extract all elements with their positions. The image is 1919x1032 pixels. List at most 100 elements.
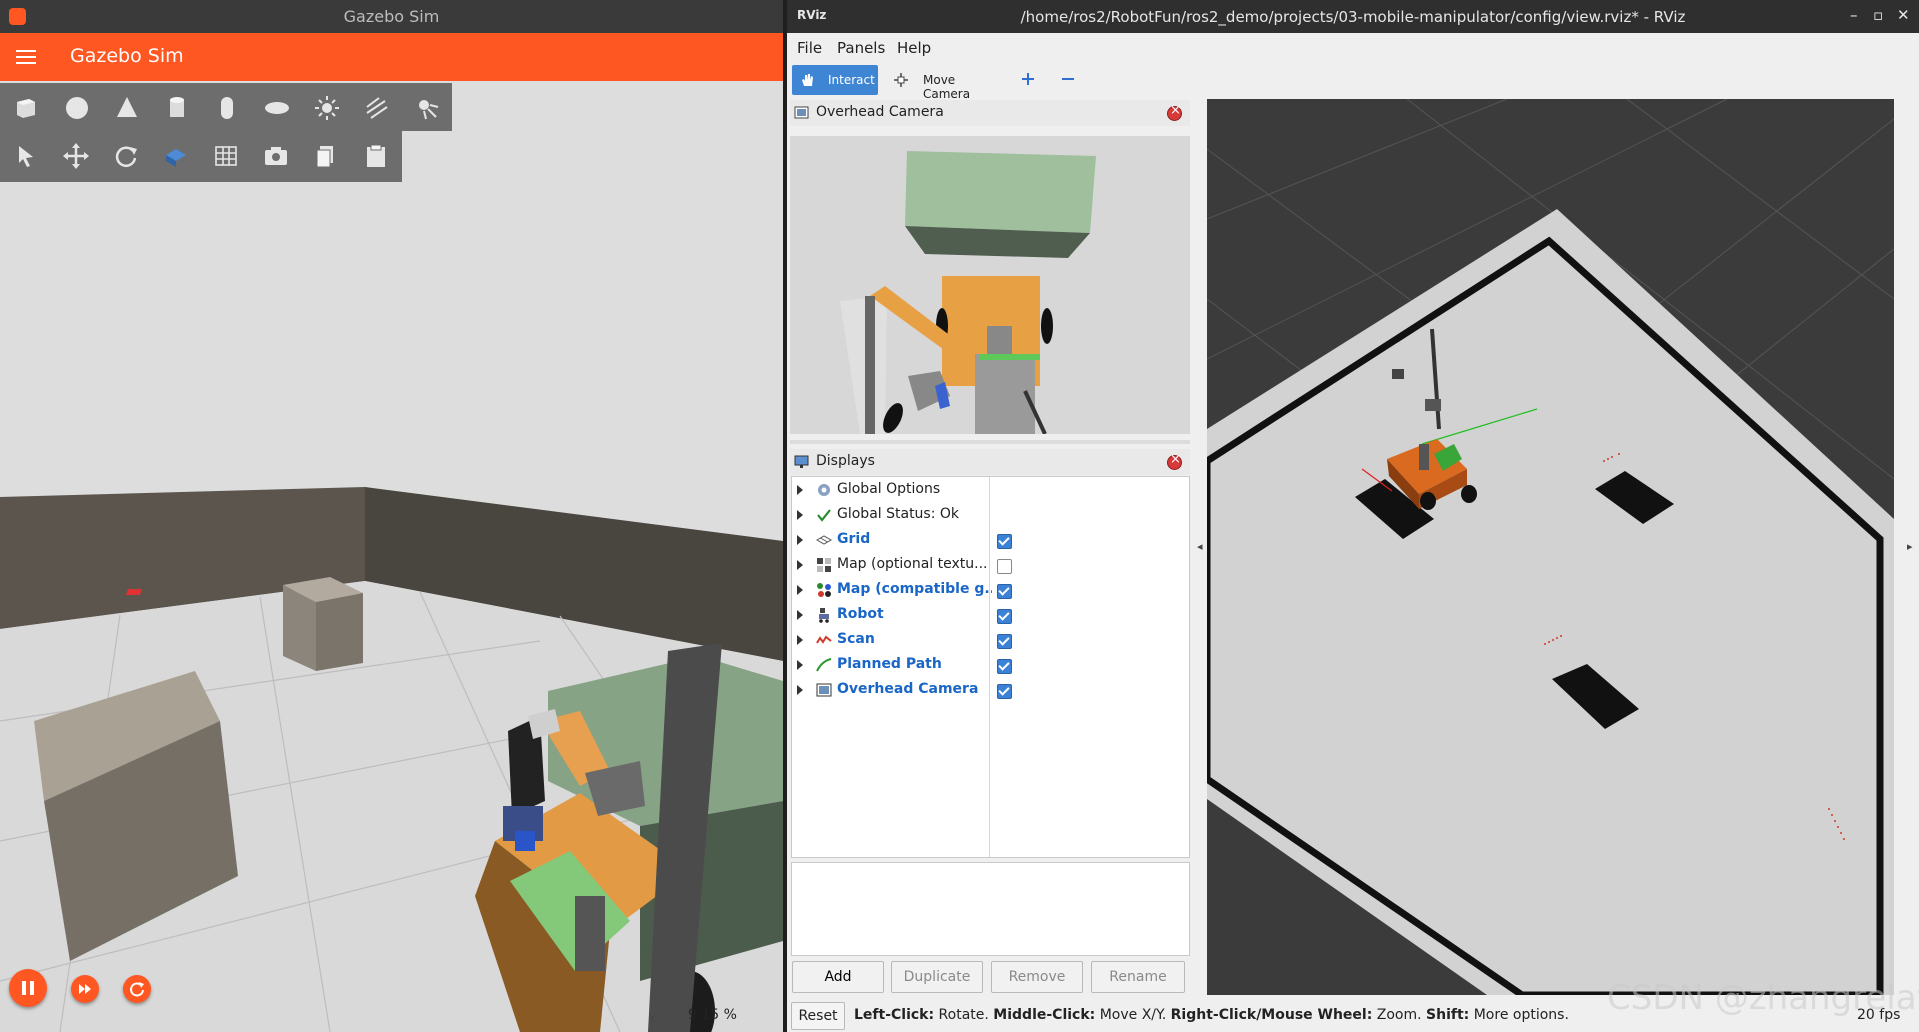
expand-arrow-icon[interactable] (797, 535, 803, 545)
interact-label: Interact (828, 73, 875, 87)
expand-arrow-icon[interactable] (797, 635, 803, 645)
cylinder-icon[interactable] (162, 93, 192, 123)
collapse-left-icon[interactable]: ◂ (1197, 540, 1203, 553)
capsule-icon[interactable] (212, 93, 242, 123)
monitor-icon (794, 455, 809, 468)
step-forward-icon[interactable] (71, 975, 99, 1003)
display-label: Map (compatible g... (837, 581, 992, 597)
remove-button[interactable]: Remove (991, 961, 1083, 993)
paste-icon[interactable] (361, 141, 391, 171)
display-row-global-status[interactable]: Global Status: Ok (792, 503, 1187, 528)
status-shift-key: Shift: (1426, 1007, 1470, 1023)
collapse-chevron-icon[interactable]: ‹ (650, 1011, 656, 1027)
menu-panels[interactable]: Panels (837, 39, 885, 57)
shape-toolbar (0, 83, 452, 131)
display-checkbox-map-compatible[interactable] (997, 584, 1012, 599)
maximize-icon[interactable]: ▫ (1873, 6, 1883, 24)
move-camera-icon (894, 73, 908, 87)
expand-arrow-icon[interactable] (797, 685, 803, 695)
status-right-click-value: Zoom. (1372, 1007, 1422, 1023)
rotate-icon[interactable] (111, 141, 141, 171)
status-left-click-key: Left-Click: (854, 1007, 935, 1023)
display-label: Robot (837, 606, 884, 622)
display-row-global-options[interactable]: Global Options (792, 478, 1187, 503)
add-tool-icon[interactable] (1020, 71, 1036, 87)
hamburger-menu-icon[interactable] (16, 47, 36, 67)
rename-button[interactable]: Rename (1091, 961, 1185, 993)
display-label: Map (optional textu... (837, 556, 988, 572)
gazebo-app-title: Gazebo Sim (70, 45, 184, 67)
camera-panel-icon (794, 106, 809, 119)
snap-icon[interactable] (161, 141, 191, 171)
display-row-robot[interactable]: Robot (792, 603, 1187, 628)
real-time-factor: 9.15 % (688, 1007, 737, 1023)
sphere-icon[interactable] (62, 93, 92, 123)
duplicate-button[interactable]: Duplicate (891, 961, 983, 993)
interact-tool-button[interactable]: Interact (792, 65, 878, 95)
display-checkbox-scan[interactable] (997, 634, 1012, 649)
map-color-icon (817, 583, 831, 597)
copy-icon[interactable] (311, 141, 341, 171)
expand-arrow-icon[interactable] (797, 660, 803, 670)
status-help-text: Left-Click: Rotate. Middle-Click: Move X… (854, 1007, 1569, 1023)
camera-panel-close-icon[interactable] (1167, 103, 1182, 121)
display-checkbox-overhead-camera[interactable] (997, 684, 1012, 699)
display-label: Global Status: Ok (837, 506, 960, 522)
status-middle-click-key: Middle-Click: (993, 1007, 1096, 1023)
gazebo-titlebar: Gazebo Sim (0, 0, 783, 33)
menu-help[interactable]: Help (897, 39, 931, 57)
rviz-window-title: /home/ros2/RobotFun/ros2_demo/projects/0… (1020, 8, 1686, 26)
menu-file[interactable]: File (797, 39, 822, 57)
display-row-scan[interactable]: Scan (792, 628, 1187, 653)
reset-button[interactable]: Reset (791, 1002, 845, 1030)
add-button[interactable]: Add (792, 961, 884, 993)
camera-icon (816, 683, 832, 697)
directional-light-icon[interactable] (362, 93, 392, 123)
display-row-map-compatible[interactable]: Map (compatible g... (792, 578, 1187, 603)
sun-light-icon[interactable] (312, 93, 342, 123)
minimize-icon[interactable]: – (1850, 6, 1858, 24)
reset-icon[interactable] (123, 975, 151, 1003)
expand-arrow-icon[interactable] (797, 585, 803, 595)
grid-icon (816, 535, 832, 545)
move-camera-label: Move Camera (923, 73, 971, 101)
expand-arrow-icon[interactable] (797, 485, 803, 495)
box-icon[interactable] (11, 93, 41, 123)
display-row-grid[interactable]: Grid (792, 528, 1187, 553)
gazebo-window: Gazebo Sim Gazebo Sim ‹ 9.15 % (0, 0, 783, 1032)
display-row-map-texture[interactable]: Map (optional textu... (792, 553, 1187, 578)
display-checkbox-robot[interactable] (997, 609, 1012, 624)
display-checkbox-grid[interactable] (997, 534, 1012, 549)
panel-splitter[interactable] (790, 440, 1190, 444)
translate-icon[interactable] (61, 141, 91, 171)
status-left-click-value: Rotate. (934, 1007, 989, 1023)
screenshot-icon[interactable] (261, 141, 291, 171)
cone-icon[interactable] (112, 93, 142, 123)
display-label: Overhead Camera (837, 681, 979, 697)
pause-icon[interactable] (9, 969, 47, 1007)
spot-light-icon[interactable] (412, 93, 442, 123)
expand-arrow-icon[interactable] (797, 510, 803, 520)
display-checkbox-map-texture[interactable] (997, 559, 1012, 574)
rviz-3d-viewport[interactable] (1207, 99, 1894, 995)
move-camera-tool-button[interactable]: Move Camera (889, 65, 999, 101)
expand-arrow-icon[interactable] (797, 610, 803, 620)
grid-icon[interactable] (211, 141, 241, 171)
hand-icon (802, 74, 813, 86)
remove-tool-icon[interactable] (1060, 71, 1076, 87)
displays-tree: Global Options Global Status: Ok Grid Ma… (791, 476, 1190, 858)
rviz-toolbar: Interact Move Camera (787, 61, 1919, 101)
expand-arrow-icon[interactable] (797, 560, 803, 570)
collapse-right-icon[interactable]: ▸ (1907, 540, 1913, 553)
camera-panel-title: Overhead Camera (816, 104, 944, 120)
display-row-overhead-camera[interactable]: Overhead Camera (792, 678, 1187, 703)
ellipsoid-icon[interactable] (262, 93, 292, 123)
map-icon (817, 558, 831, 572)
select-icon[interactable] (11, 141, 41, 171)
display-checkbox-planned-path[interactable] (997, 659, 1012, 674)
display-row-planned-path[interactable]: Planned Path (792, 653, 1187, 678)
close-icon[interactable]: ✕ (1897, 6, 1910, 24)
robot-icon (819, 608, 829, 623)
displays-panel-close-icon[interactable] (1167, 452, 1182, 470)
gazebo-3d-scene[interactable] (0, 81, 783, 1032)
